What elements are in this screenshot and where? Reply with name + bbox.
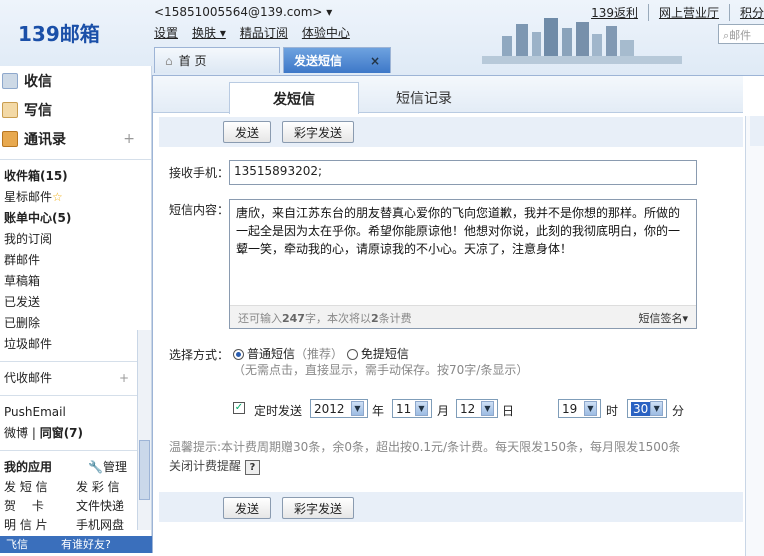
tab-send-sms-form[interactable]: 发短信: [229, 82, 359, 114]
dropdown-arrow-icon: ▼: [415, 401, 428, 416]
close-icon[interactable]: ×: [370, 54, 380, 68]
timed-send-label: 定时发送: [254, 404, 303, 418]
sidebar-item-sent[interactable]: 已发送: [0, 292, 151, 313]
top-bar: 139邮箱 <15851005564@139.com> ▾ 设置 换肤 ▾ 精品…: [0, 0, 764, 75]
sms-panel: 发短信 短信记录 发送 彩字发送 接收手机： 13515893202; 短信内容…: [152, 75, 764, 556]
hour-select[interactable]: 19 ▼: [558, 399, 601, 418]
mode-free-radio[interactable]: 免提短信: [346, 347, 409, 361]
sidebar-receive[interactable]: 收信: [0, 66, 151, 95]
inbox-icon: [2, 72, 18, 89]
sidebar-contacts[interactable]: 通讯录 +: [0, 124, 151, 153]
app-card[interactable]: 贺 卡: [4, 497, 76, 514]
right-panel: [745, 116, 764, 556]
minute-unit: 分: [672, 404, 685, 418]
billing-tip-text: 温馨提示:本计费周期赠30条，余0条，超出按0.1元/条计费。每天限发150条，…: [169, 440, 681, 454]
scrollbar-thumb[interactable]: [139, 440, 150, 500]
hour-unit: 时: [606, 404, 619, 418]
signature-dropdown[interactable]: 短信签名▾: [638, 310, 688, 325]
dropdown-arrow-icon: ▼: [351, 401, 364, 416]
top-menu: 设置 换肤 ▾ 精品订阅 体验中心: [154, 24, 350, 41]
sidebar-scrollbar[interactable]: [137, 330, 151, 530]
sidebar-item-inbox[interactable]: 收件箱(15): [0, 166, 151, 187]
minute-select[interactable]: 30 ▼: [627, 399, 667, 418]
dropdown-arrow-icon: ▼: [584, 401, 597, 416]
sidebar-item-deleted[interactable]: 已删除: [0, 313, 151, 334]
sidebar-item-classmates[interactable]: 同窗(7): [40, 426, 83, 440]
menu-skin[interactable]: 换肤 ▾: [192, 24, 226, 41]
star-icon: ☆: [52, 190, 63, 204]
radio-icon: [346, 349, 358, 360]
sidebar-item-collect[interactable]: 代收邮件 +: [0, 368, 151, 389]
mode-options: 普通短信（推荐） 免提短信（无需点击，直接显示，需手动保存。按70字/条显示）: [233, 347, 529, 377]
add-collect-icon[interactable]: +: [119, 368, 129, 389]
send-button-top[interactable]: 发送: [223, 121, 271, 143]
close-billing-reminder[interactable]: 关闭计费提醒 ?: [169, 457, 729, 476]
send-button-bottom[interactable]: 发送: [223, 497, 271, 519]
billing-tip: 温馨提示:本计费周期赠30条，余0条，超出按0.1元/条计费。每天限发150条，…: [169, 438, 729, 476]
menu-settings[interactable]: 设置: [154, 24, 178, 41]
write-icon: [2, 101, 18, 118]
user-account[interactable]: <15851005564@139.com> ▾: [154, 5, 332, 19]
sms-content-box[interactable]: 唐欣，来自江苏东台的朋友替真心爱你的飞向您道歉，我并不是你想的那样。所做的一起全…: [229, 199, 697, 329]
mms-send-button-top[interactable]: 彩字发送: [282, 121, 354, 143]
fetion-bar[interactable]: 飞信 有谁好友?: [0, 536, 152, 553]
app-grid: 发 短 信 发 彩 信 贺 卡 文件快递 明 信 片 手机网盘: [0, 478, 151, 533]
sms-content-text[interactable]: 唐欣，来自江苏东台的朋友替真心爱你的飞向您道歉，我并不是你想的那样。所做的一起全…: [230, 200, 696, 306]
mail-search-input[interactable]: ⌕邮件: [718, 24, 764, 44]
sidebar-item-group-mail[interactable]: 群邮件: [0, 250, 151, 271]
menu-subscribe[interactable]: 精品订阅: [240, 24, 288, 41]
sms-subtabs: 发短信 短信记录: [153, 76, 743, 114]
year-unit: 年: [372, 404, 385, 418]
link-points[interactable]: 积分: [728, 4, 764, 21]
sidebar-social: 微博 | 同窗(7): [4, 426, 84, 440]
sidebar-item-starred[interactable]: 星标邮件☆: [0, 187, 151, 208]
home-icon: ⌂: [165, 53, 173, 68]
tab-send-sms[interactable]: 发送短信 ×: [283, 47, 391, 73]
char-counter: 还可输入247字，本次将以2条计费: [238, 312, 412, 325]
tab-sms-history[interactable]: 短信记录: [369, 83, 479, 113]
my-apps-header: 我的应用 🔧管理: [0, 457, 151, 478]
sms-counter-bar: 还可输入247字，本次将以2条计费 短信签名▾: [230, 305, 696, 328]
city-skyline-image: [482, 18, 682, 64]
mode-label: 选择方式：: [169, 348, 230, 362]
recipient-label: 接收手机：: [169, 166, 230, 180]
wrench-icon: 🔧: [88, 460, 103, 474]
help-icon[interactable]: ?: [244, 460, 260, 475]
tab-home[interactable]: ⌂ 首 页: [154, 47, 280, 73]
content-label: 短信内容：: [169, 203, 230, 217]
app-postcard[interactable]: 明 信 片: [4, 516, 76, 533]
logo[interactable]: 139邮箱: [18, 18, 100, 47]
link-rebate[interactable]: 139返利: [591, 4, 638, 21]
contacts-icon: [2, 130, 18, 147]
sidebar-item-weibo[interactable]: 微博: [4, 426, 28, 440]
window-tabs: ⌂ 首 页 发送短信 ×: [154, 47, 394, 73]
radio-selected-icon: [233, 349, 244, 360]
day-unit: 日: [502, 404, 515, 418]
app-sms[interactable]: 发 短 信: [4, 478, 76, 495]
mms-send-button-bottom[interactable]: 彩字发送: [282, 497, 354, 519]
sidebar-write[interactable]: 写信: [0, 95, 151, 124]
mode-normal-radio[interactable]: 普通短信: [233, 347, 295, 361]
timed-send-checkbox[interactable]: ✓: [233, 402, 245, 414]
recipient-input[interactable]: 13515893202;: [229, 160, 697, 185]
month-select[interactable]: 11 ▼: [392, 399, 432, 418]
sidebar-item-spam[interactable]: 垃圾邮件: [0, 334, 151, 355]
sidebar: 收信 写信 通讯录 + 收件箱(15) 星标邮件☆ 账单中心(5) 我的订阅 群邮…: [0, 66, 152, 553]
day-select[interactable]: 12 ▼: [456, 399, 498, 418]
sidebar-item-pushemail[interactable]: PushEmail: [0, 402, 151, 423]
manage-apps-link[interactable]: 🔧管理: [88, 457, 127, 478]
month-unit: 月: [437, 404, 450, 418]
top-links: 139返利 网上营业厅 积分: [591, 4, 764, 21]
menu-experience[interactable]: 体验中心: [302, 24, 350, 41]
dropdown-arrow-icon: ▼: [481, 401, 494, 416]
year-select[interactable]: 2012 ▼: [310, 399, 368, 418]
dropdown-arrow-icon: ▼: [650, 401, 663, 416]
sidebar-item-drafts[interactable]: 草稿箱: [0, 271, 151, 292]
sidebar-item-bills[interactable]: 账单中心(5): [0, 208, 151, 229]
sidebar-item-subscriptions[interactable]: 我的订阅: [0, 229, 151, 250]
link-business-hall[interactable]: 网上营业厅: [647, 4, 719, 21]
add-contact-icon[interactable]: +: [123, 131, 135, 147]
